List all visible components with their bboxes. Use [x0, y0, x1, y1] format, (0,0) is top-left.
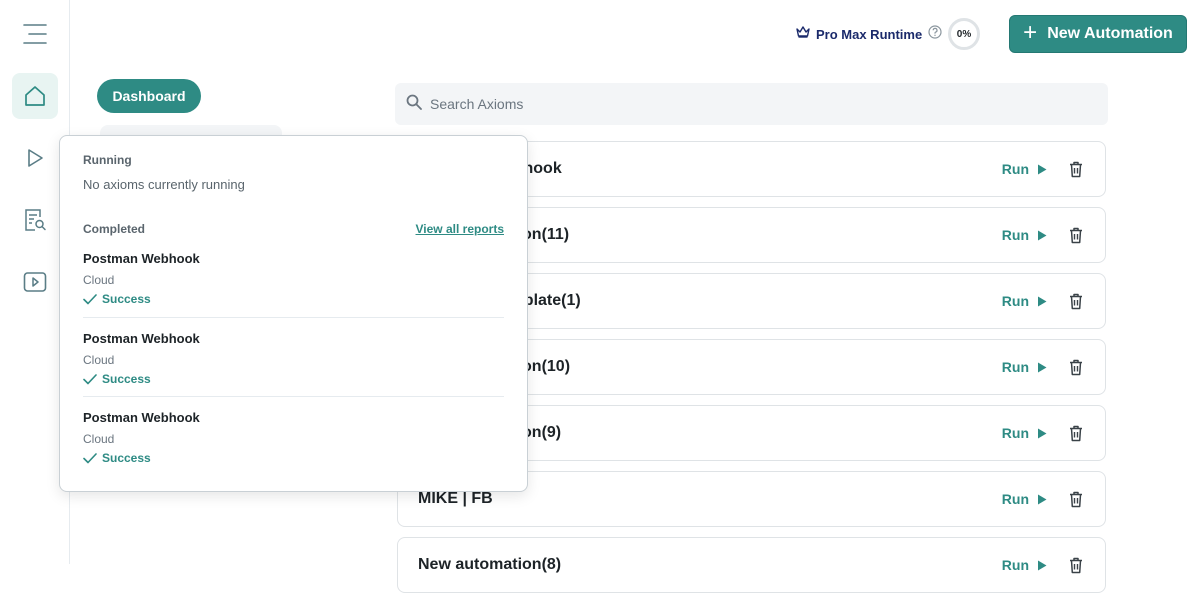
run-button[interactable]: Run — [1002, 538, 1047, 592]
hamburger-menu-icon[interactable] — [12, 11, 58, 57]
play-icon — [1038, 296, 1047, 306]
run-button[interactable]: Run — [1002, 274, 1047, 328]
trash-icon[interactable] — [1069, 274, 1083, 328]
check-icon — [83, 373, 97, 384]
run-button[interactable]: Run — [1002, 208, 1047, 262]
activity-popover: Running No axioms currently running Comp… — [59, 135, 528, 492]
report-status: Success — [83, 451, 504, 465]
run-button[interactable]: Run — [1002, 472, 1047, 526]
run-button[interactable]: Run — [1002, 340, 1047, 394]
report-location: Cloud — [83, 353, 115, 367]
home-icon[interactable] — [12, 73, 58, 119]
automation-name: New automation(8) — [418, 556, 562, 573]
running-empty-text: No axioms currently running — [83, 177, 245, 192]
trash-icon[interactable] — [1069, 406, 1083, 460]
search-input[interactable] — [430, 96, 1030, 112]
tab-dashboard[interactable]: Dashboard — [97, 79, 201, 113]
run-button[interactable]: Run — [1002, 406, 1047, 460]
crown-icon — [796, 25, 810, 43]
report-item[interactable]: Postman Webhook Cloud Success — [83, 251, 504, 306]
trash-icon[interactable] — [1069, 340, 1083, 394]
usage-progress: 0% — [948, 18, 980, 50]
check-icon — [83, 293, 97, 304]
plus-icon: + — [1023, 19, 1038, 46]
automation-name: MIKE | FB — [418, 490, 493, 507]
search-icon — [406, 94, 422, 115]
plan-indicator: Pro Max Runtime — [796, 24, 942, 44]
report-search-icon[interactable] — [12, 197, 58, 243]
play-icon — [1038, 362, 1047, 372]
play-icon — [1038, 560, 1047, 570]
play-icon — [1038, 230, 1047, 240]
help-circle-icon[interactable] — [928, 24, 942, 44]
report-name: Postman Webhook — [83, 410, 200, 425]
report-item[interactable]: Postman Webhook Cloud Success — [83, 410, 504, 465]
video-icon[interactable] — [12, 259, 58, 305]
trash-icon[interactable] — [1069, 142, 1083, 196]
report-item[interactable]: Postman Webhook Cloud Success — [83, 331, 504, 386]
divider — [83, 396, 504, 397]
report-name: Postman Webhook — [83, 331, 200, 346]
plan-label: Pro Max Runtime — [816, 26, 923, 42]
trash-icon[interactable] — [1069, 538, 1083, 592]
play-icon — [1038, 428, 1047, 438]
run-button[interactable]: Run — [1002, 142, 1047, 196]
new-automation-label: New Automation — [1047, 25, 1173, 42]
report-location: Cloud — [83, 273, 115, 287]
report-name: Postman Webhook — [83, 251, 200, 266]
report-status: Success — [83, 372, 504, 386]
report-location: Cloud — [83, 432, 115, 446]
play-icon[interactable] — [12, 135, 58, 181]
divider — [83, 317, 504, 318]
trash-icon[interactable] — [1069, 472, 1083, 526]
play-icon — [1038, 494, 1047, 504]
completed-heading: Completed — [83, 222, 146, 236]
running-heading: Running — [83, 153, 132, 167]
search-bar — [395, 83, 1108, 125]
trash-icon[interactable] — [1069, 208, 1083, 262]
new-automation-button[interactable]: + New Automation — [1009, 15, 1187, 53]
automation-card[interactable]: New automation(8) Run — [397, 537, 1106, 593]
report-status: Success — [83, 292, 504, 306]
view-all-reports-link[interactable]: View all reports — [416, 222, 504, 236]
check-icon — [83, 452, 97, 463]
play-icon — [1038, 164, 1047, 174]
